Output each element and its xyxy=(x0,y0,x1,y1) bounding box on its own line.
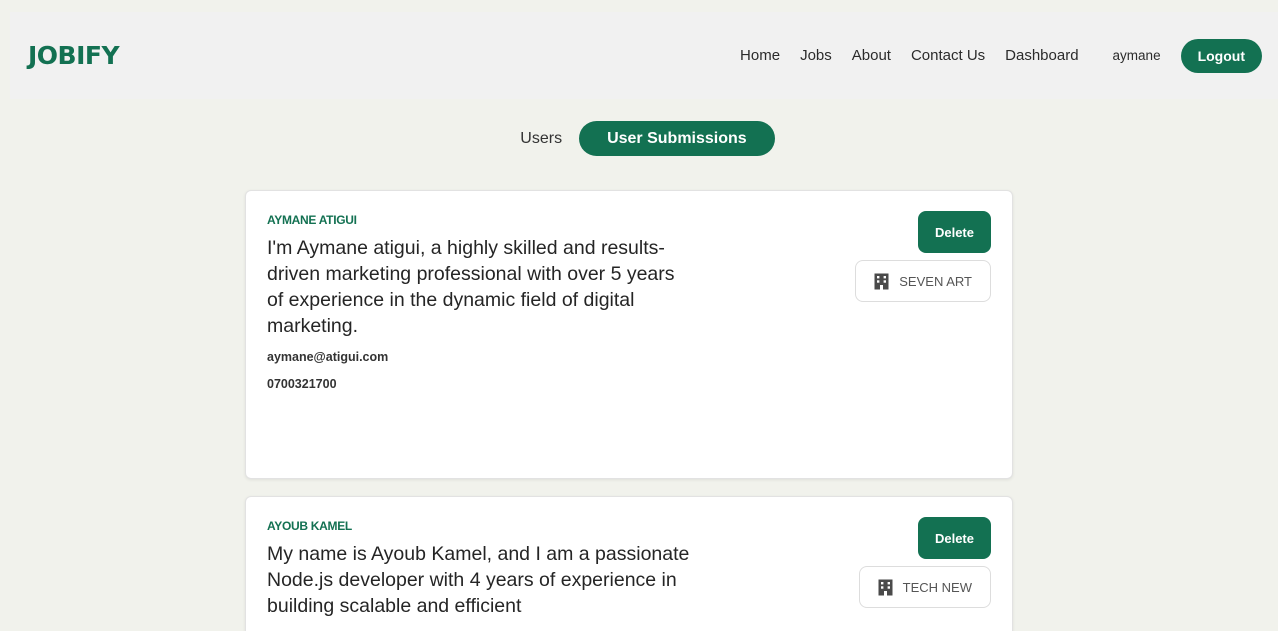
nav-contact-link[interactable]: Contact Us xyxy=(911,47,985,64)
company-name: TECH NEW xyxy=(902,579,972,595)
submission-card: AYOUB KAMEL My name is Ayoub Kamel, and … xyxy=(245,496,1013,631)
nav-about-link[interactable]: About xyxy=(852,47,891,64)
applicant-email: aymane@atigui.com xyxy=(267,350,389,364)
submission-card: AYMANE ATIGUI I'm Aymane atigui, a highl… xyxy=(245,190,1013,479)
brand-logo[interactable]: JOBIFY xyxy=(28,41,120,70)
logout-button[interactable]: Logout xyxy=(1180,38,1262,73)
delete-button[interactable]: Delete xyxy=(917,517,991,559)
submission-details: AYOUB KAMEL My name is Ayoub Kamel, and … xyxy=(267,519,707,619)
tab-user-submissions[interactable]: User Submissions xyxy=(579,121,775,156)
applicant-phone: 0700321700 xyxy=(267,377,337,391)
submission-details: AYMANE ATIGUI I'm Aymane atigui, a highl… xyxy=(267,213,687,391)
applicant-description: I'm Aymane atigui, a highly skilled and … xyxy=(267,237,675,337)
submission-actions: Delete SEVEN ART xyxy=(855,211,991,302)
nav-links: Home Jobs About Contact Us Dashboard aym… xyxy=(720,38,1262,73)
building-icon xyxy=(878,579,893,596)
view-tabs: Users User Submissions xyxy=(0,121,1278,156)
applicant-name: AYMANE ATIGUI xyxy=(267,213,357,227)
company-chip[interactable]: SEVEN ART xyxy=(855,260,991,302)
current-username: aymane xyxy=(1112,48,1161,63)
applicant-name: AYOUB KAMEL xyxy=(267,519,352,533)
applicant-description: My name is Ayoub Kamel, and I am a passi… xyxy=(267,543,690,617)
submission-actions: Delete TECH NEW xyxy=(858,517,991,608)
company-name: SEVEN ART xyxy=(899,273,972,289)
building-icon xyxy=(874,273,889,290)
tab-users[interactable]: Users xyxy=(503,121,579,156)
nav-dashboard-link[interactable]: Dashboard xyxy=(1005,47,1078,64)
navbar: JOBIFY Home Jobs About Contact Us Dashbo… xyxy=(10,12,1278,99)
nav-home-link[interactable]: Home xyxy=(740,47,780,64)
nav-jobs-link[interactable]: Jobs xyxy=(800,47,832,64)
delete-button[interactable]: Delete xyxy=(917,211,991,253)
company-chip[interactable]: TECH NEW xyxy=(858,566,991,608)
